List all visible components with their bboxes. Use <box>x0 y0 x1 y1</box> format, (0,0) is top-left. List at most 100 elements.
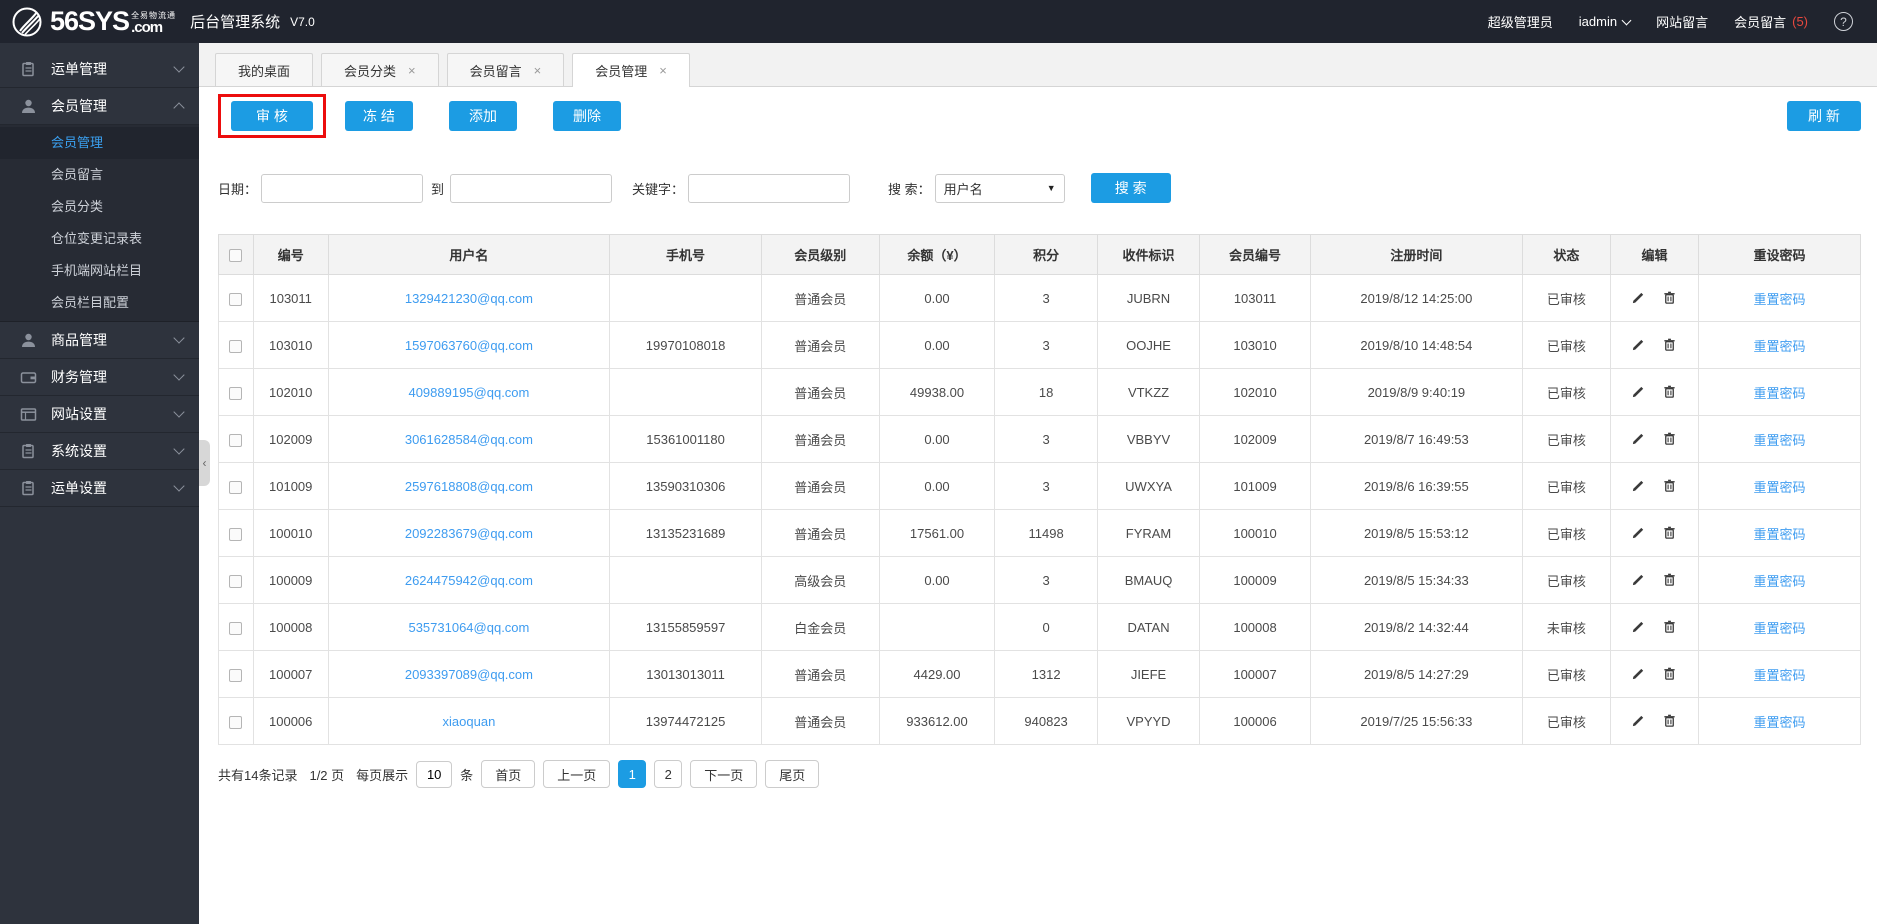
trash-icon[interactable] <box>1662 478 1678 494</box>
reset-password-link[interactable]: 重置密码 <box>1754 574 1806 589</box>
reset-password-link[interactable]: 重置密码 <box>1754 621 1806 636</box>
site-messages-link[interactable]: 网站留言 <box>1656 12 1708 31</box>
username-link[interactable]: 535731064@qq.com <box>408 620 529 635</box>
refresh-button[interactable]: 刷 新 <box>1787 100 1861 131</box>
trash-icon[interactable] <box>1662 290 1678 306</box>
tab-close-icon[interactable]: × <box>408 64 416 77</box>
sidebar-subitem[interactable]: 会员留言 <box>0 159 199 191</box>
row-checkbox[interactable] <box>229 386 243 400</box>
reset-password-link[interactable]: 重置密码 <box>1754 480 1806 495</box>
sidebar-item-member[interactable]: 会员管理 <box>0 88 199 125</box>
sidebar-item-waybill[interactable]: 运单管理 <box>0 51 199 88</box>
delete-button[interactable]: 删除 <box>553 100 621 131</box>
cell-register-time: 2019/8/2 14:32:44 <box>1309 603 1523 651</box>
username-link[interactable]: 409889195@qq.com <box>408 385 529 400</box>
table-row: 101009 2597618808@qq.com 13590310306 普通会… <box>218 462 1861 510</box>
audit-button[interactable]: 审 核 <box>231 100 313 131</box>
row-checkbox[interactable] <box>229 339 243 353</box>
keyword-input[interactable] <box>688 173 851 203</box>
row-checkbox[interactable] <box>229 668 243 682</box>
date-from-input[interactable] <box>261 173 424 203</box>
row-checkbox[interactable] <box>229 292 243 306</box>
sidebar-item-goods[interactable]: 商品管理 <box>0 322 199 359</box>
page-number-button[interactable]: 1 <box>618 760 647 788</box>
username-link[interactable]: 1329421230@qq.com <box>405 291 533 306</box>
trash-icon[interactable] <box>1662 619 1678 635</box>
trash-icon[interactable] <box>1662 337 1678 353</box>
edit-icon[interactable] <box>1631 572 1647 588</box>
reset-password-link[interactable]: 重置密码 <box>1754 339 1806 354</box>
freeze-button[interactable]: 冻 结 <box>345 100 413 131</box>
search-type-select[interactable]: 用户名 ▼ <box>934 173 1065 203</box>
cell-id: 102009 <box>252 415 329 463</box>
last-page-button[interactable]: 尾页 <box>765 760 820 788</box>
username-link[interactable]: xiaoquan <box>443 714 496 729</box>
select-all-checkbox[interactable] <box>229 249 243 263</box>
sidebar-subitem[interactable]: 会员管理 <box>0 127 199 159</box>
reset-password-link[interactable]: 重置密码 <box>1754 433 1806 448</box>
tab[interactable]: 我的桌面 <box>215 53 314 86</box>
per-page-input[interactable] <box>416 760 453 788</box>
edit-icon[interactable] <box>1631 713 1647 729</box>
row-checkbox[interactable] <box>229 433 243 447</box>
sidebar-subitem[interactable]: 仓位变更记录表 <box>0 223 199 255</box>
edit-icon[interactable] <box>1631 666 1647 682</box>
sidebar-item-finance[interactable]: 财务管理 <box>0 359 199 396</box>
trash-icon[interactable] <box>1662 572 1678 588</box>
username-link[interactable]: 2092283679@qq.com <box>405 526 533 541</box>
member-messages-link[interactable]: 会员留言 (5) <box>1734 12 1808 31</box>
edit-icon[interactable] <box>1631 290 1647 306</box>
reset-password-link[interactable]: 重置密码 <box>1754 527 1806 542</box>
trash-icon[interactable] <box>1662 666 1678 682</box>
row-checkbox[interactable] <box>229 621 243 635</box>
username-link[interactable]: 1597063760@qq.com <box>405 338 533 353</box>
row-checkbox[interactable] <box>229 480 243 494</box>
trash-icon[interactable] <box>1662 713 1678 729</box>
username-link[interactable]: 2624475942@qq.com <box>405 573 533 588</box>
reset-password-link[interactable]: 重置密码 <box>1754 668 1806 683</box>
tab[interactable]: 会员分类 × <box>321 53 439 86</box>
cell-status: 已审核 <box>1521 556 1611 604</box>
username-link[interactable]: 2093397089@qq.com <box>405 667 533 682</box>
add-button[interactable]: 添加 <box>449 100 517 131</box>
trash-icon[interactable] <box>1662 431 1678 447</box>
tab[interactable]: 会员留言 × <box>446 53 565 86</box>
prev-page-button[interactable]: 上一页 <box>543 760 611 788</box>
trash-icon[interactable] <box>1662 384 1678 400</box>
cell-member-no: 100006 <box>1199 697 1311 745</box>
tab[interactable]: 会员管理 × <box>572 53 690 87</box>
edit-icon[interactable] <box>1631 384 1647 400</box>
reset-password-link[interactable]: 重置密码 <box>1754 292 1806 307</box>
edit-icon[interactable] <box>1631 337 1647 353</box>
row-checkbox[interactable] <box>229 574 243 588</box>
sidebar-subitem[interactable]: 会员栏目配置 <box>0 287 199 319</box>
reset-password-link[interactable]: 重置密码 <box>1754 386 1806 401</box>
tab-close-icon[interactable]: × <box>659 64 667 77</box>
edit-icon[interactable] <box>1631 478 1647 494</box>
trash-icon[interactable] <box>1662 525 1678 541</box>
help-icon[interactable]: ? <box>1834 12 1853 31</box>
edit-icon[interactable] <box>1631 431 1647 447</box>
first-page-button[interactable]: 首页 <box>481 760 536 788</box>
sidebar-collapse-handle[interactable]: ‹ <box>199 440 210 486</box>
row-checkbox[interactable] <box>229 715 243 729</box>
username-link[interactable]: 3061628584@qq.com <box>405 432 533 447</box>
sidebar-subitem[interactable]: 会员分类 <box>0 191 199 223</box>
sidebar-item-waybill-settings[interactable]: 运单设置 <box>0 470 199 507</box>
search-button[interactable]: 搜 索 <box>1090 173 1171 203</box>
member-icon <box>20 98 37 115</box>
edit-icon[interactable] <box>1631 619 1647 635</box>
date-to-input[interactable] <box>450 173 613 203</box>
reset-password-link[interactable]: 重置密码 <box>1754 715 1806 730</box>
column-header: 余额（¥） <box>878 234 996 275</box>
tab-close-icon[interactable]: × <box>534 64 542 77</box>
username-link[interactable]: 2597618808@qq.com <box>405 479 533 494</box>
next-page-button[interactable]: 下一页 <box>690 760 758 788</box>
user-menu[interactable]: iadmin <box>1579 14 1632 29</box>
edit-icon[interactable] <box>1631 525 1647 541</box>
sidebar-item-system[interactable]: 系统设置 <box>0 433 199 470</box>
sidebar-subitem[interactable]: 手机端网站栏目 <box>0 255 199 287</box>
row-checkbox[interactable] <box>229 527 243 541</box>
sidebar-item-website[interactable]: 网站设置 <box>0 396 199 433</box>
page-number-button[interactable]: 2 <box>654 760 683 788</box>
